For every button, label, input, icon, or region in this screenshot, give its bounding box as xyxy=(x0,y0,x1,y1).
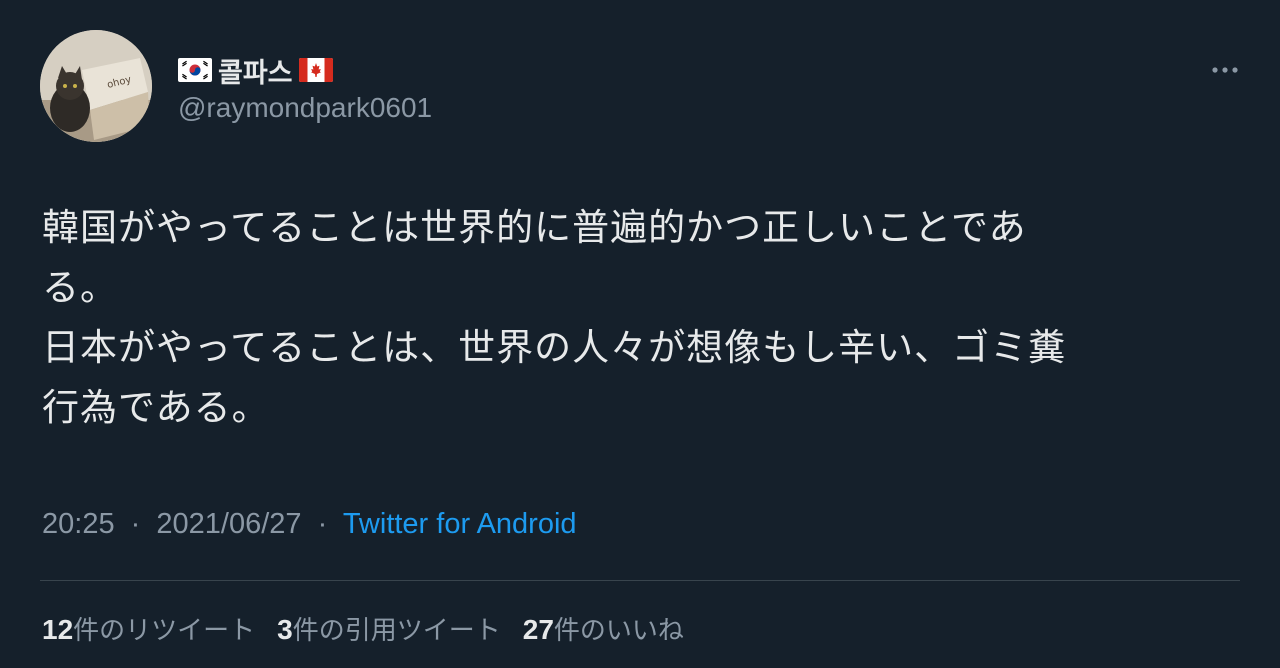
tweet-text-line: 行為である。 xyxy=(42,386,270,429)
avatar[interactable]: ohoy xyxy=(40,30,152,142)
avatar-image: ohoy xyxy=(40,30,152,142)
tweet-text-line: る。 xyxy=(42,266,118,309)
quote-tweets-stat[interactable]: 3件の引用ツイート xyxy=(277,610,501,647)
tweet-meta: 20:25 · 2021/06/27 · Twitter for Android xyxy=(42,508,577,541)
tweet-text-line: 日本がやってることは、世界の人々が想像もし辛い、ゴミ糞 xyxy=(42,326,1067,369)
tweet-text-line: 韓国がやってることは世界的に普遍的かつ正しいことであ xyxy=(42,206,1027,249)
tweet-source-link[interactable]: Twitter for Android xyxy=(343,508,577,540)
kr-flag-icon xyxy=(178,58,212,82)
divider xyxy=(40,580,1240,581)
likes-stat[interactable]: 27件のいいね xyxy=(523,610,684,647)
likes-label: 件のいいね xyxy=(553,616,684,646)
tweet-text: 韓国がやってることは世界的に普遍的かつ正しいことであ る。 日本がやってることは… xyxy=(42,198,1242,438)
meta-separator: · xyxy=(130,508,141,540)
quotes-label: 件の引用ツイート xyxy=(292,616,501,646)
meta-separator: · xyxy=(317,508,328,540)
tweet-time[interactable]: 20:25 xyxy=(42,508,115,540)
tweet-stats: 12件のリツイート 3件の引用ツイート 27件のいいね xyxy=(42,610,684,647)
retweets-stat[interactable]: 12件のリツイート xyxy=(42,610,255,647)
likes-count: 27 xyxy=(522,614,554,645)
tweet-detail: ohoy 콜파스 @raymondpark0601 韓国がやってることは世界的に… xyxy=(0,0,1280,668)
ca-flag-icon xyxy=(298,58,333,82)
display-name: 콜파스 xyxy=(218,57,293,89)
user-handle[interactable]: @raymondpark0601 xyxy=(178,92,432,124)
retweets-label: 件のリツイート xyxy=(73,616,256,646)
tweet-date[interactable]: 2021/06/27 xyxy=(156,508,301,540)
quotes-count: 3 xyxy=(277,614,293,645)
display-name-row[interactable]: 콜파스 xyxy=(178,50,333,90)
more-options-icon[interactable] xyxy=(1210,60,1240,80)
retweets-count: 12 xyxy=(42,614,74,645)
